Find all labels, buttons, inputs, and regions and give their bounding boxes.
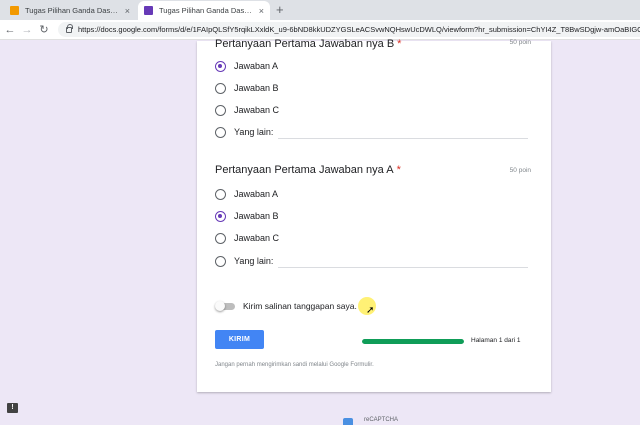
recaptcha-icon bbox=[343, 418, 353, 425]
page-indicator: Halaman 1 dari 1 bbox=[471, 337, 521, 344]
q2-option-c[interactable]: Jawaban C bbox=[215, 231, 279, 245]
q2-option-b[interactable]: Jawaban B bbox=[215, 209, 279, 223]
option-label: Jawaban A bbox=[234, 61, 279, 71]
option-label: Jawaban A bbox=[234, 189, 279, 199]
radio-button[interactable] bbox=[215, 104, 226, 116]
q1-option-a[interactable]: Jawaban A bbox=[215, 59, 278, 73]
option-label: Jawaban B bbox=[234, 211, 279, 221]
question-points: 50 poin bbox=[509, 39, 531, 46]
option-label: Jawaban C bbox=[234, 233, 280, 243]
password-warning: Jangan pernah mengirimkan sandi melalui … bbox=[215, 362, 374, 368]
tab-strip: Tugas Pilihan Ganda Dasar Desai × Tugas … bbox=[0, 0, 640, 20]
forward-icon[interactable]: → bbox=[20, 24, 34, 36]
required-mark: * bbox=[397, 38, 402, 50]
radio-button[interactable] bbox=[215, 60, 226, 72]
lock-icon bbox=[66, 23, 73, 33]
close-tab-icon[interactable]: × bbox=[125, 6, 130, 16]
question-2-title: Pertanyaan Pertama Jawaban nya A * bbox=[215, 164, 401, 176]
url-text: https://docs.google.com/forms/d/e/1FAIpQ… bbox=[78, 25, 640, 34]
option-label: Jawaban C bbox=[234, 105, 280, 115]
mouse-cursor-icon: ➚ bbox=[366, 305, 375, 316]
question-title-text: Pertanyaan Pertama Jawaban nya B bbox=[215, 38, 395, 50]
reload-icon[interactable]: ↻ bbox=[37, 23, 51, 36]
progress-fill bbox=[362, 339, 464, 344]
q2-option-a[interactable]: Jawaban A bbox=[215, 187, 278, 201]
tab-title: Tugas Pilihan Ganda Dasar Desai bbox=[25, 6, 121, 15]
forms-favicon-icon bbox=[10, 6, 19, 15]
back-icon[interactable]: ← bbox=[3, 24, 17, 36]
q2-option-other[interactable]: Yang lain: bbox=[215, 254, 273, 268]
forms-favicon-icon bbox=[144, 6, 153, 15]
send-copy-label: Kirim salinan tanggapan saya. bbox=[243, 301, 357, 311]
required-mark: * bbox=[396, 164, 401, 176]
q2-other-input[interactable] bbox=[278, 267, 528, 268]
question-title-text: Pertanyaan Pertama Jawaban nya A bbox=[215, 164, 394, 176]
submit-button[interactable]: KIRIM bbox=[215, 330, 264, 349]
radio-button[interactable] bbox=[215, 126, 226, 138]
question-points: 50 poin bbox=[509, 167, 531, 174]
q1-option-other[interactable]: Yang lain: bbox=[215, 125, 273, 139]
option-label: Yang lain: bbox=[234, 127, 274, 137]
close-tab-icon[interactable]: × bbox=[259, 6, 264, 16]
option-label: Jawaban B bbox=[234, 83, 279, 93]
toggle-knob bbox=[215, 301, 225, 311]
radio-button[interactable] bbox=[215, 188, 226, 200]
recaptcha-label: reCAPTCHA bbox=[364, 417, 399, 423]
form-card: Pertanyaan Pertama Jawaban nya B * 50 poi… bbox=[197, 38, 551, 392]
radio-button[interactable] bbox=[215, 255, 226, 267]
browser-tab-2[interactable]: Tugas Pilihan Ganda Dasar Desai × bbox=[138, 1, 270, 20]
browser-tab-1[interactable]: Tugas Pilihan Ganda Dasar Desai × bbox=[4, 1, 136, 20]
radio-button[interactable] bbox=[215, 232, 226, 244]
progress-bar bbox=[362, 339, 464, 344]
new-tab-icon[interactable]: + bbox=[276, 2, 284, 17]
q1-option-b[interactable]: Jawaban B bbox=[215, 81, 279, 95]
radio-button[interactable] bbox=[215, 210, 226, 222]
address-bar[interactable]: https://docs.google.com/forms/d/e/1FAIpQ… bbox=[58, 22, 640, 37]
q1-option-c[interactable]: Jawaban C bbox=[215, 103, 279, 117]
q1-other-input[interactable] bbox=[278, 138, 528, 139]
tab-title: Tugas Pilihan Ganda Dasar Desai bbox=[159, 6, 255, 15]
option-label: Yang lain: bbox=[234, 256, 274, 266]
browser-toolbar: ← → ↻ https://docs.google.com/forms/d/e/… bbox=[0, 20, 640, 40]
radio-button[interactable] bbox=[215, 82, 226, 94]
question-1-title: Pertanyaan Pertama Jawaban nya B * bbox=[215, 38, 401, 50]
report-icon[interactable]: ! bbox=[7, 403, 18, 413]
send-copy-toggle[interactable] bbox=[215, 301, 237, 311]
